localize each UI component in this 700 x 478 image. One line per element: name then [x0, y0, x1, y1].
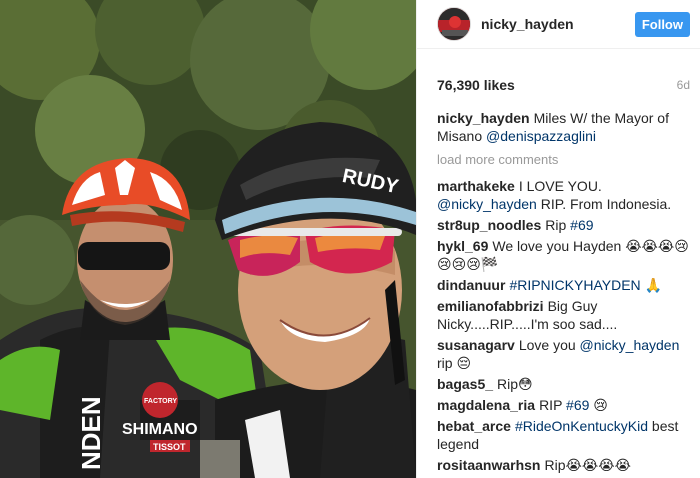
- comment-username[interactable]: magdalena_ria: [437, 397, 535, 413]
- comment-username[interactable]: dindanuur: [437, 277, 505, 293]
- comment-hashtag[interactable]: #RIPNICKYHAYDEN: [509, 277, 640, 293]
- post-header: nicky_hayden Follow: [417, 0, 700, 49]
- photo-illustration: SHIMANO TISSOT FACTORY NDEN RUDY: [0, 0, 416, 478]
- comment-mention[interactable]: @nicky_hayden: [437, 196, 537, 212]
- sleeve-text: NDEN: [76, 396, 106, 470]
- caption: nicky_hayden Miles W/ the Mayor of Misano…: [437, 109, 695, 145]
- post-age[interactable]: 6d: [677, 78, 690, 92]
- comment-item: hebat_arce #RideOnKentuckyKid best legend: [437, 417, 695, 453]
- comment-username[interactable]: bagas5_: [437, 376, 493, 392]
- load-more-comments[interactable]: load more comments: [437, 151, 695, 169]
- comment-item: dindanuur #RIPNICKYHAYDEN 🙏: [437, 276, 695, 294]
- comment-username[interactable]: emilianofabbrizi: [437, 298, 544, 314]
- header-username[interactable]: nicky_hayden: [481, 16, 574, 32]
- comment-username[interactable]: marthakeke: [437, 178, 515, 194]
- comment-item: rositaanwarhsn Rip😭😭😭😭: [437, 456, 695, 474]
- comment-item: emilianofabbrizi Big Guy Nicky.....RIP...…: [437, 297, 695, 333]
- comment-item: marthakeke I LOVE YOU. @nicky_hayden RIP.…: [437, 177, 695, 213]
- comment-text-after: RIP. From Indonesia.: [540, 196, 672, 212]
- comment-text: RIP: [539, 397, 563, 413]
- comment-hashtag[interactable]: #69: [570, 217, 593, 233]
- comment-text: I LOVE YOU.: [518, 178, 602, 194]
- comment-username[interactable]: rositaanwarhsn: [437, 457, 540, 473]
- comment-mention[interactable]: @nicky_hayden: [580, 337, 680, 353]
- comment-username[interactable]: str8up_noodles: [437, 217, 541, 233]
- comment-item: susanagarv Love you @nicky_hayden rip 😔: [437, 336, 695, 372]
- comment-text-after: 😢: [593, 397, 608, 413]
- post-sidebar: nicky_hayden Follow 76,390 likes 6d nick…: [416, 0, 700, 478]
- comment-username[interactable]: hykl_69: [437, 238, 488, 254]
- comment-text: Rip😳: [497, 376, 533, 392]
- post-photo[interactable]: SHIMANO TISSOT FACTORY NDEN RUDY: [0, 0, 416, 478]
- avatar[interactable]: [437, 7, 471, 41]
- comment-username[interactable]: hebat_arce: [437, 418, 511, 434]
- caption-username[interactable]: nicky_hayden: [437, 110, 530, 126]
- comment-text: Rip: [545, 217, 567, 233]
- comment-item: str8up_noodles Rip #69: [437, 216, 695, 234]
- comment-text: Love you: [518, 337, 576, 353]
- comment-text-after: rip 😔: [437, 355, 472, 371]
- comment-text-after: 🙏: [644, 277, 662, 293]
- jersey-sponsor-text: SHIMANO: [122, 421, 198, 438]
- jersey-sponsor2-text: TISSOT: [153, 442, 186, 452]
- comment-hashtag[interactable]: #RideOnKentuckyKid: [515, 418, 648, 434]
- comment-item: bagas5_ Rip😳: [437, 375, 695, 393]
- comment-hashtag[interactable]: #69: [566, 397, 589, 413]
- avatar-icon: [438, 8, 470, 40]
- comment-username[interactable]: susanagarv: [437, 337, 515, 353]
- comment-text: Rip😭😭😭😭: [544, 457, 631, 473]
- follow-button[interactable]: Follow: [634, 12, 690, 37]
- comment-item: hykl_69 We love you Hayden 😭😭😭😢😢😢😢🏁: [437, 237, 695, 273]
- likes-count[interactable]: 76,390 likes: [437, 77, 515, 93]
- caption-mention[interactable]: @denispazzaglini: [486, 128, 596, 144]
- comment-item: magdalena_ria RIP #69 😢: [437, 396, 695, 414]
- jersey-badge-text: FACTORY: [144, 398, 177, 405]
- comments-list: nicky_hayden Miles W/ the Mayor of Misano…: [437, 109, 695, 477]
